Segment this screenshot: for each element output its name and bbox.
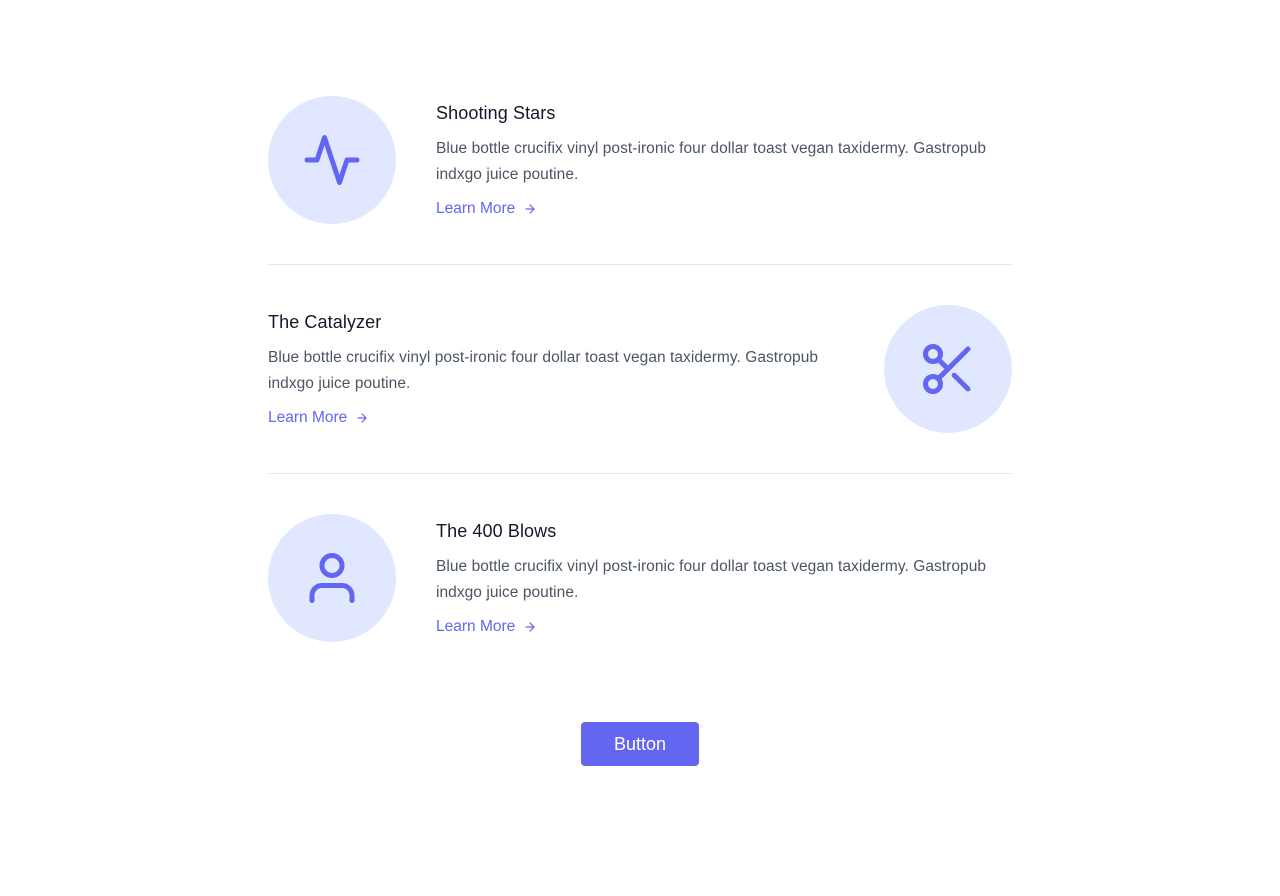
learn-more-link[interactable]: Learn More — [268, 407, 369, 429]
feature-description: Blue bottle crucifix vinyl post-ironic f… — [268, 349, 819, 392]
feature-item-the-catalyzer: The Catalyzer Blue bottle crucifix vinyl… — [268, 305, 1012, 473]
feature-icon-circle — [268, 514, 396, 642]
primary-button[interactable]: Button — [581, 722, 699, 766]
feature-item-the-400-blows: The 400 Blows Blue bottle crucifix vinyl… — [268, 514, 1012, 642]
feature-description: Blue bottle crucifix vinyl post-ironic f… — [436, 140, 987, 183]
user-icon — [309, 553, 355, 603]
feature-item-shooting-stars: Shooting Stars Blue bottle crucifix viny… — [268, 96, 1012, 264]
arrow-right-icon — [525, 204, 535, 214]
feature-content: The Catalyzer Blue bottle crucifix vinyl… — [268, 311, 844, 429]
button-wrapper: Button — [0, 722, 1280, 766]
feature-title: The 400 Blows — [436, 521, 557, 541]
learn-more-label: Learn More — [436, 200, 516, 217]
scissors-icon — [923, 344, 971, 394]
feature-icon-circle — [268, 96, 396, 224]
learn-more-label: Learn More — [268, 409, 348, 426]
arrow-right-icon — [357, 413, 367, 423]
feature-title: Shooting Stars — [436, 103, 556, 123]
feature-content: Shooting Stars Blue bottle crucifix viny… — [436, 102, 1012, 220]
learn-more-link[interactable]: Learn More — [436, 616, 537, 638]
learn-more-label: Learn More — [436, 618, 516, 635]
feature-content: The 400 Blows Blue bottle crucifix vinyl… — [436, 520, 1012, 638]
divider — [268, 473, 1012, 474]
page: Shooting Stars Blue bottle crucifix viny… — [0, 0, 1280, 896]
arrow-right-icon — [525, 622, 535, 632]
feature-icon-circle — [884, 305, 1012, 433]
feature-title: The Catalyzer — [268, 312, 382, 332]
divider — [268, 264, 1012, 265]
learn-more-link[interactable]: Learn More — [436, 198, 537, 220]
features-list: Shooting Stars Blue bottle crucifix viny… — [268, 96, 1012, 642]
feature-description: Blue bottle crucifix vinyl post-ironic f… — [436, 558, 987, 601]
pulse-icon — [304, 135, 360, 185]
